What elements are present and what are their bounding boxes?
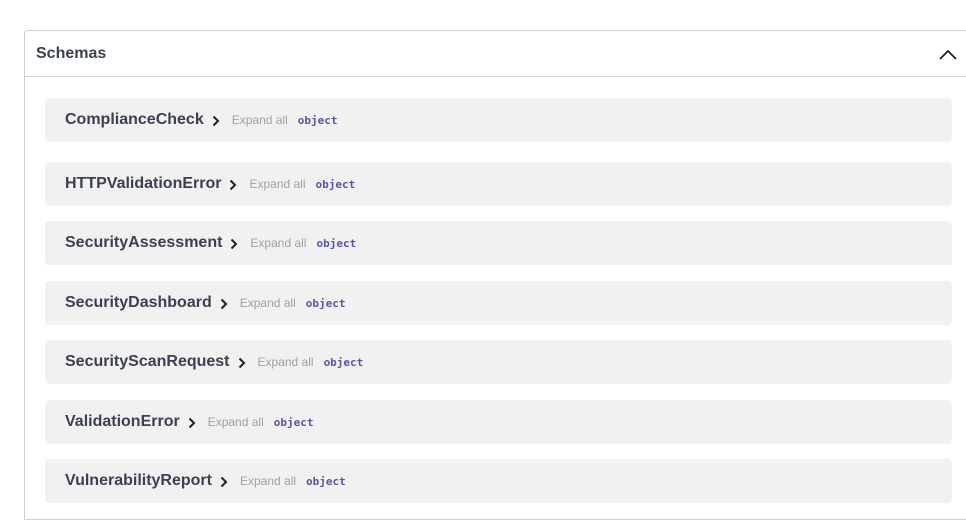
- schema-securityscanrequest[interactable]: SecurityScanRequest Expand all object: [45, 340, 952, 384]
- expand-all-link[interactable]: Expand all: [240, 474, 296, 488]
- schema-name[interactable]: VulnerabilityReport: [65, 472, 212, 490]
- schema-type: object: [297, 113, 338, 127]
- schema-securitydashboard[interactable]: SecurityDashboard Expand all object: [45, 281, 952, 325]
- schema-name[interactable]: SecurityDashboard: [65, 294, 212, 312]
- expand-all-link[interactable]: Expand all: [232, 113, 288, 127]
- expand-all-link[interactable]: Expand all: [250, 236, 306, 250]
- chevron-right-icon[interactable]: [218, 298, 230, 310]
- schema-vulnerabilityreport[interactable]: VulnerabilityReport Expand all object: [45, 459, 952, 503]
- chevron-up-icon[interactable]: [936, 42, 960, 66]
- schema-name[interactable]: SecurityAssessment: [65, 234, 222, 252]
- chevron-right-icon[interactable]: [228, 238, 240, 250]
- schema-type: object: [315, 177, 356, 191]
- schema-type: object: [323, 355, 364, 369]
- expand-all-link[interactable]: Expand all: [208, 415, 264, 429]
- schemas-section: Schemas ComplianceCheck Expand all objec…: [24, 30, 966, 520]
- schemas-section-header[interactable]: Schemas: [25, 31, 966, 77]
- section-title: Schemas: [36, 44, 107, 62]
- chevron-right-icon[interactable]: [227, 179, 239, 191]
- schema-securityassessment[interactable]: SecurityAssessment Expand all object: [45, 221, 952, 265]
- schema-name[interactable]: ValidationError: [65, 413, 180, 431]
- schema-type: object: [316, 236, 357, 250]
- schema-name[interactable]: HTTPValidationError: [65, 175, 221, 193]
- schema-type: object: [306, 474, 346, 488]
- expand-all-link[interactable]: Expand all: [249, 177, 305, 191]
- expand-all-link[interactable]: Expand all: [258, 355, 314, 369]
- chevron-right-icon[interactable]: [186, 417, 198, 429]
- expand-all-link[interactable]: Expand all: [240, 296, 296, 310]
- chevron-right-icon[interactable]: [236, 357, 248, 369]
- schema-validationerror[interactable]: ValidationError Expand all object: [45, 400, 952, 444]
- schema-name[interactable]: ComplianceCheck: [65, 111, 204, 129]
- schema-name[interactable]: SecurityScanRequest: [65, 353, 230, 371]
- schema-type: object: [273, 415, 314, 429]
- chevron-right-icon[interactable]: [210, 115, 222, 127]
- schema-httpvalidationerror[interactable]: HTTPValidationError Expand all object: [45, 162, 952, 206]
- chevron-right-icon[interactable]: [218, 476, 230, 488]
- schema-type: object: [305, 296, 346, 310]
- schema-compliancecheck[interactable]: ComplianceCheck Expand all object: [45, 98, 952, 142]
